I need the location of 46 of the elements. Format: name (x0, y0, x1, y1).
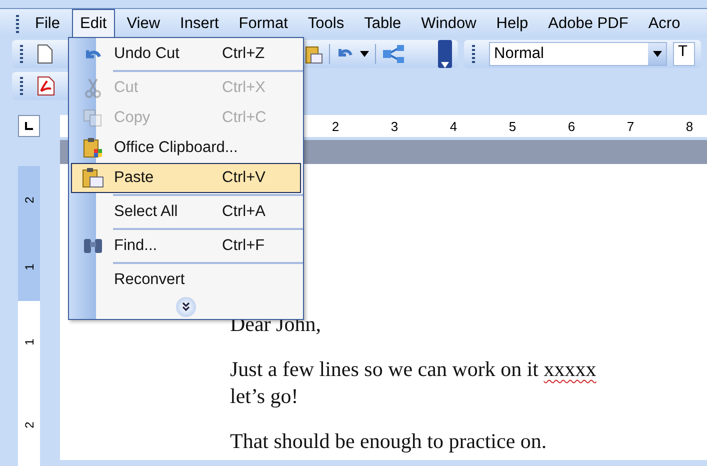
scissors-icon (85, 78, 101, 98)
menu-item[interactable]: View (118, 8, 168, 38)
menu-item[interactable]: Acro (640, 8, 688, 38)
caret-icon (652, 51, 662, 57)
tab-stop-icon[interactable] (18, 115, 40, 137)
menu-item[interactable]: Window (413, 8, 484, 38)
paste-icon (82, 167, 104, 189)
menu-item[interactable]: File (27, 8, 68, 38)
document-text: let’s go! (230, 383, 300, 410)
menu-item[interactable]: Undo Cut Ctrl+Z (71, 39, 301, 69)
menu-item[interactable]: Tools (300, 8, 352, 38)
undo-icon (86, 48, 100, 60)
clipboard-icon[interactable] (305, 44, 323, 64)
binoculars-icon (82, 237, 104, 255)
grip-icon (20, 77, 23, 95)
menu-item[interactable]: Office Clipboard... (71, 133, 301, 163)
menu-item[interactable]: Edit (72, 8, 115, 38)
ruler-number: 1 (22, 338, 36, 346)
ruler-number: 1 (22, 264, 36, 271)
grip-icon (16, 14, 19, 32)
document-text: That should be enough to practice on. (230, 428, 548, 455)
menu-item[interactable]: Find... Ctrl+F (71, 231, 301, 261)
menu-item[interactable]: Paste Ctrl+V (71, 163, 301, 193)
copy-icon (83, 109, 103, 127)
clipboard-icon (83, 137, 103, 159)
ruler-number: 2 (22, 421, 36, 428)
toolbar-options-button[interactable] (438, 40, 452, 68)
font-dropdown[interactable]: T (673, 42, 695, 66)
menu-item[interactable]: Format (230, 8, 296, 38)
caret-icon (441, 62, 449, 68)
grip-icon (20, 45, 23, 63)
style-dropdown[interactable]: Normal (489, 42, 667, 66)
menu-item[interactable]: Select All Ctrl+A (71, 197, 301, 227)
caret-icon[interactable] (360, 51, 369, 57)
menu-item[interactable]: Insert (172, 8, 227, 38)
menu-item[interactable]: Table (356, 8, 410, 38)
menu-item[interactable]: Adobe PDF (540, 8, 636, 38)
ruler-number: 2 (22, 196, 36, 204)
pdf-icon[interactable] (37, 76, 55, 96)
diagram-icon[interactable] (382, 44, 406, 64)
document-text: Just a few lines so we can work on it xxxxx (230, 356, 598, 383)
menu-item[interactable]: Help (488, 8, 536, 38)
grip-icon (472, 45, 475, 63)
menu-item[interactable]: Reconvert (71, 265, 301, 295)
new-document-icon[interactable] (37, 44, 53, 64)
expand-icon[interactable] (176, 297, 196, 317)
